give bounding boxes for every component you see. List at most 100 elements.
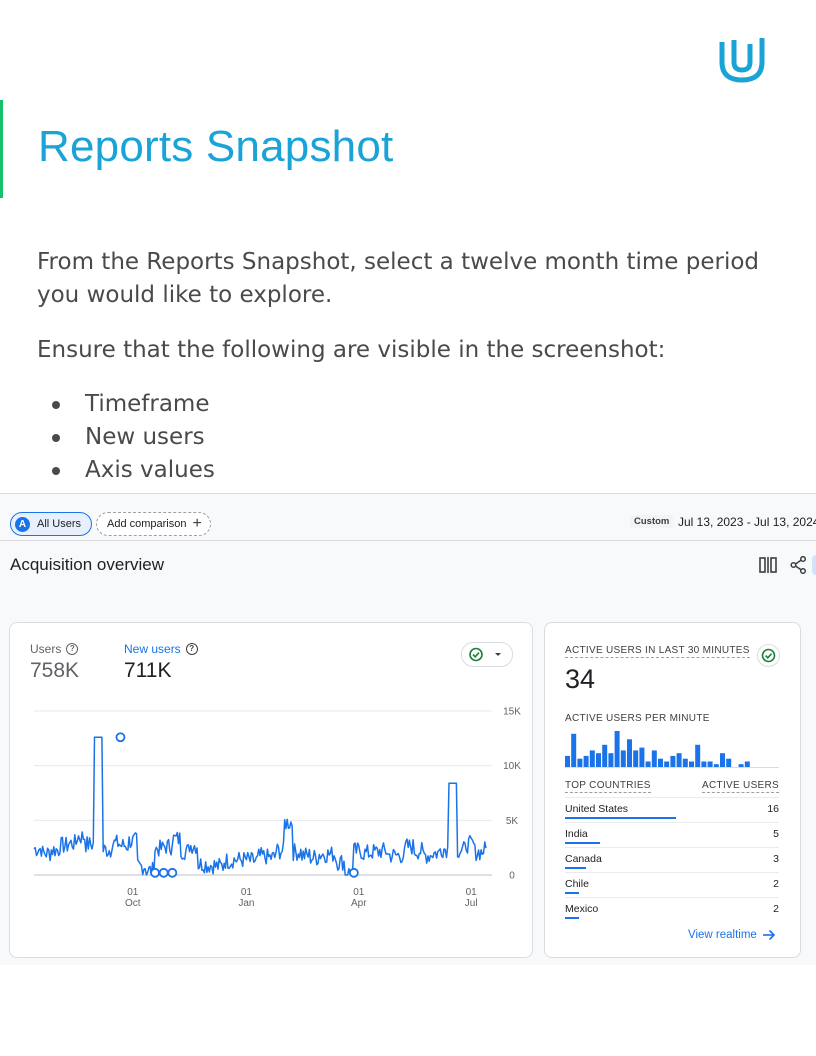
analytics-screenshot: A All Users Add comparison + Custom Jul … <box>0 493 816 965</box>
minute-bar <box>583 755 589 767</box>
new-users-line-chart: 05K10K15K01Oct01Jan01Apr01Jul <box>33 707 521 909</box>
active-users-header: ACTIVE USERS <box>702 780 779 793</box>
series-line-new-users <box>33 736 487 876</box>
minute-bar <box>670 755 676 767</box>
instruction-paragraph-2: Ensure that the following are visible in… <box>37 337 666 363</box>
plus-icon: + <box>192 515 202 532</box>
minute-bar <box>589 750 595 767</box>
country-share-bar <box>565 867 586 869</box>
country-share-bar <box>565 917 579 919</box>
share-icon[interactable] <box>790 556 807 574</box>
x-tick-day: 01 <box>466 887 478 898</box>
table-row: Canada 3 <box>565 847 779 872</box>
country-name: Mexico <box>565 903 599 915</box>
minute-bar <box>596 753 601 767</box>
all-users-chip[interactable]: A All Users <box>10 512 93 536</box>
minute-bar <box>689 761 694 767</box>
countries-header: TOP COUNTRIES <box>565 780 651 793</box>
country-name: United States <box>565 803 629 815</box>
minute-bar <box>726 758 732 767</box>
y-tick-label: 0 <box>509 871 515 882</box>
minute-bar <box>620 750 626 767</box>
list-item: Timeframe <box>37 388 215 421</box>
anomaly-marker[interactable] <box>150 867 160 878</box>
view-realtime-link[interactable]: View realtime <box>688 929 776 941</box>
arrow-right-icon <box>762 929 775 941</box>
view-realtime-label: View realtime <box>688 929 757 941</box>
minute-bar <box>577 758 583 767</box>
y-tick-label: 15K <box>503 707 521 718</box>
check-circle-icon[interactable] <box>757 644 780 667</box>
country-active-users: 16 <box>767 803 779 815</box>
minute-bar <box>676 753 682 767</box>
minute-bar <box>633 750 639 767</box>
table-row: United States 16 <box>565 797 779 822</box>
date-custom-tag: Custom <box>630 515 674 528</box>
minute-bar <box>738 764 744 767</box>
top-countries-table: TOP COUNTRIES ACTIVE USERS United States… <box>565 780 779 922</box>
country-name: Canada <box>565 853 602 865</box>
x-tick-month: Jul <box>465 898 478 909</box>
country-name: Chile <box>565 878 589 890</box>
insights-button[interactable] <box>812 555 816 575</box>
minute-bar <box>571 733 577 767</box>
anomaly-marker[interactable] <box>167 867 178 878</box>
country-active-users: 5 <box>773 828 779 840</box>
minute-bar <box>608 753 614 767</box>
page-title: Reports Snapshot <box>38 122 394 171</box>
minute-bar <box>664 761 670 767</box>
minute-bar <box>658 758 663 767</box>
minute-bar <box>565 755 570 767</box>
date-range-picker[interactable]: Jul 13, 2023 - Jul 13, 2024 <box>678 515 816 529</box>
compare-icon[interactable] <box>759 557 777 573</box>
minute-bar <box>645 761 651 767</box>
minute-bar <box>744 761 750 767</box>
per-minute-label: ACTIVE USERS PER MINUTE <box>565 713 710 724</box>
add-comparison-button[interactable]: Add comparison + <box>96 512 211 536</box>
accent-bar <box>0 100 3 198</box>
instruction-paragraph: From the Reports Snapshot, select a twel… <box>37 249 760 308</box>
country-share-bar <box>565 817 676 819</box>
realtime-card: ACTIVE USERS IN LAST 30 MINUTES 34 ACTIV… <box>544 622 801 958</box>
minute-bar <box>639 747 645 767</box>
x-tick-day: 01 <box>353 887 365 898</box>
list-item: New users <box>37 421 215 454</box>
country-name: India <box>565 828 588 840</box>
report-title: Acquisition overview <box>10 555 165 574</box>
add-comparison-label: Add comparison <box>107 518 187 530</box>
minute-bar <box>602 744 608 767</box>
per-minute-bar-chart <box>565 731 779 768</box>
realtime-title: ACTIVE USERS IN LAST 30 MINUTES <box>565 645 750 658</box>
minute-bar <box>720 753 725 767</box>
x-tick-month: Oct <box>125 898 141 909</box>
minute-bar <box>627 739 632 767</box>
anomaly-marker[interactable] <box>348 867 359 878</box>
x-tick-month: Jan <box>238 898 254 909</box>
all-users-label: All Users <box>37 518 82 530</box>
x-tick-month: Apr <box>351 898 367 909</box>
minute-bar <box>695 744 701 767</box>
country-active-users: 2 <box>773 903 779 915</box>
table-row: Chile 2 <box>565 872 779 897</box>
minute-bar <box>707 761 713 767</box>
comparison-bar: A All Users Add comparison + Custom Jul … <box>0 494 816 541</box>
realtime-value: 34 <box>565 664 596 694</box>
anomaly-marker[interactable] <box>115 732 126 743</box>
x-tick-day: 01 <box>127 887 139 898</box>
minute-bar <box>701 761 707 767</box>
table-row: India 5 <box>565 822 779 847</box>
requirements-list: Timeframe New users Axis values <box>37 388 215 487</box>
udacity-logo <box>719 38 765 83</box>
country-share-bar <box>565 892 579 894</box>
minute-bar <box>614 731 620 767</box>
x-tick-day: 01 <box>241 887 253 898</box>
country-share-bar <box>565 842 600 844</box>
minute-bar <box>651 750 657 767</box>
anomaly-marker[interactable] <box>158 867 169 878</box>
comparison-letter-icon: A <box>15 516 30 532</box>
y-tick-label: 5K <box>506 816 519 827</box>
overview-card: Users? 758K New users? 711K 0 5K 10K 15K 01 O… <box>9 622 533 958</box>
country-active-users: 2 <box>773 878 779 890</box>
country-active-users: 3 <box>773 853 779 865</box>
table-row: Mexico 2 <box>565 897 779 922</box>
